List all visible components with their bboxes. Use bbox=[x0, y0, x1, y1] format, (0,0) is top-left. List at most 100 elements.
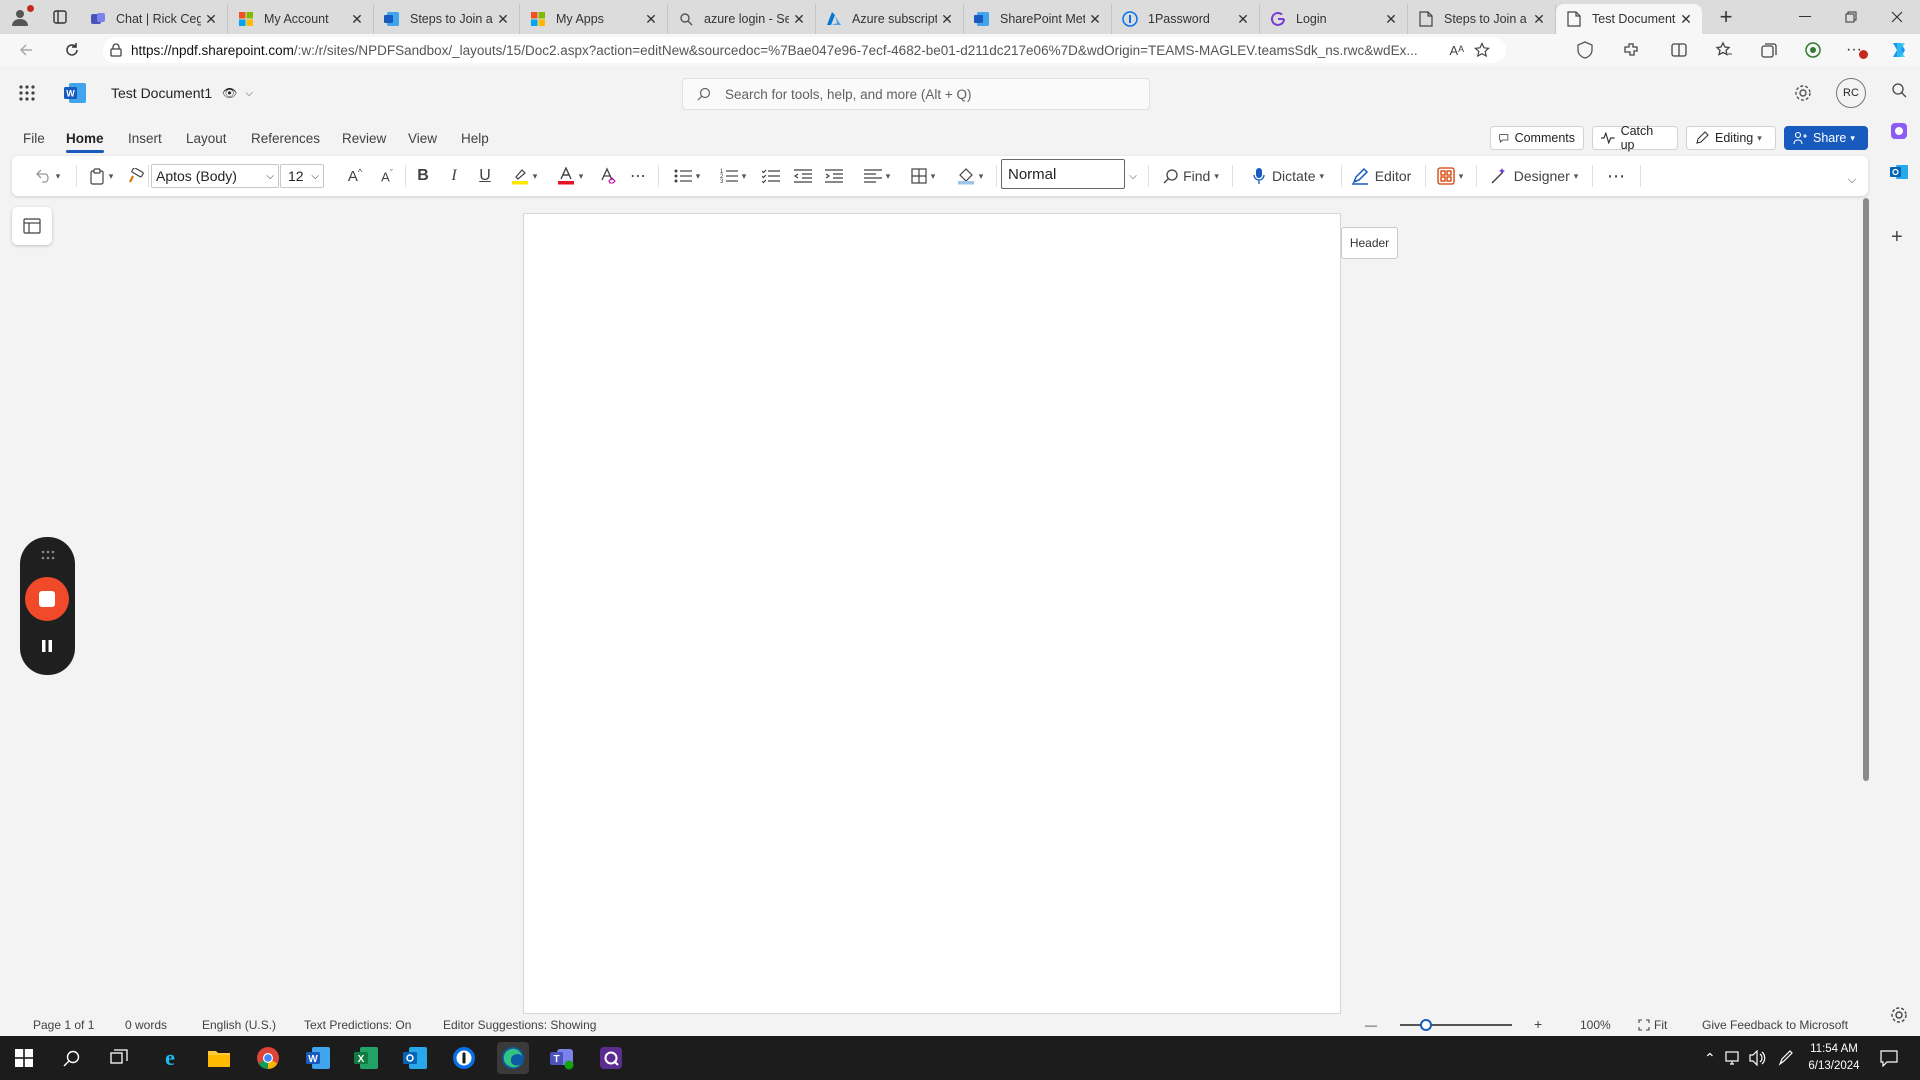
taskbar-search-icon[interactable] bbox=[56, 1042, 88, 1074]
zoom-out-button[interactable]: — bbox=[1365, 1018, 1377, 1032]
menu-home[interactable]: Home bbox=[66, 131, 104, 153]
extensions-icon[interactable] bbox=[1622, 41, 1640, 59]
dictate-button[interactable]: Dictate ▾ bbox=[1242, 164, 1334, 188]
font-name-select[interactable]: Aptos (Body) ⌵ bbox=[151, 164, 279, 188]
close-icon[interactable]: ✕ bbox=[347, 9, 367, 29]
app-launcher-icon[interactable] bbox=[18, 84, 36, 102]
pen-icon[interactable] bbox=[1778, 1050, 1794, 1066]
sidebar-settings-icon[interactable] bbox=[1890, 1006, 1908, 1024]
text-predictions-status[interactable]: Text Predictions: On bbox=[304, 1018, 411, 1032]
refresh-button[interactable] bbox=[56, 36, 88, 64]
clear-formatting-button[interactable] bbox=[596, 164, 620, 188]
close-icon[interactable]: ✕ bbox=[493, 9, 513, 29]
browser-tab[interactable]: Steps to Join a ✕ bbox=[1408, 4, 1556, 34]
document-page[interactable] bbox=[523, 213, 1341, 1014]
browser-tab[interactable]: SharePoint Meta ✕ bbox=[964, 4, 1112, 34]
collections-icon[interactable] bbox=[1760, 41, 1778, 59]
give-feedback-link[interactable]: Give Feedback to Microsoft bbox=[1702, 1018, 1848, 1032]
menu-view[interactable]: View bbox=[408, 131, 437, 146]
teams-taskbar-icon[interactable]: T bbox=[546, 1042, 578, 1074]
align-button[interactable]: ▾ bbox=[858, 164, 896, 188]
menu-help[interactable]: Help bbox=[461, 131, 489, 146]
browser-tab[interactable]: Login ✕ bbox=[1260, 4, 1408, 34]
tab-actions-icon[interactable] bbox=[40, 0, 80, 34]
menu-insert[interactable]: Insert bbox=[128, 131, 162, 146]
edge-taskbar-icon[interactable] bbox=[497, 1042, 529, 1074]
zoom-level[interactable]: 100% bbox=[1580, 1018, 1611, 1032]
close-icon[interactable]: ✕ bbox=[1381, 9, 1401, 29]
undo-button[interactable]: ▾ bbox=[26, 164, 70, 188]
underline-button[interactable]: U bbox=[473, 164, 497, 188]
paste-button[interactable]: ▾ bbox=[82, 164, 120, 188]
settings-more-icon[interactable]: ··· bbox=[1846, 41, 1868, 59]
app-taskbar-icon[interactable] bbox=[595, 1042, 627, 1074]
back-button[interactable] bbox=[10, 36, 42, 64]
menu-references[interactable]: References bbox=[251, 131, 320, 146]
file-explorer-icon[interactable] bbox=[203, 1042, 235, 1074]
numbering-button[interactable]: 1 2 3 ▾ bbox=[714, 164, 752, 188]
settings-gear-icon[interactable] bbox=[1794, 84, 1812, 102]
restore-button[interactable] bbox=[1828, 0, 1874, 34]
close-icon[interactable]: ✕ bbox=[1085, 9, 1105, 29]
editor-button[interactable]: Editor bbox=[1344, 164, 1418, 188]
style-select[interactable]: Normal bbox=[1001, 159, 1125, 189]
close-icon[interactable]: ✕ bbox=[1233, 9, 1253, 29]
start-button[interactable] bbox=[8, 1042, 40, 1074]
network-icon[interactable] bbox=[1725, 1050, 1743, 1066]
browser-tab[interactable]: 1Password ✕ bbox=[1112, 4, 1260, 34]
browser-essentials-icon[interactable] bbox=[1576, 41, 1594, 59]
sidebar-search-icon[interactable] bbox=[1891, 82, 1907, 98]
menu-layout[interactable]: Layout bbox=[186, 131, 227, 146]
bold-button[interactable]: B bbox=[409, 164, 437, 188]
vertical-scrollbar[interactable] bbox=[1863, 198, 1869, 781]
menu-review[interactable]: Review bbox=[342, 131, 386, 146]
browser-tab[interactable]: azure login - Se ✕ bbox=[668, 4, 816, 34]
decrease-indent-button[interactable] bbox=[791, 164, 815, 188]
sidebar-add-icon[interactable]: + bbox=[1891, 226, 1903, 249]
font-size-select[interactable]: 12 ⌵ bbox=[280, 164, 324, 188]
menu-file[interactable]: File bbox=[23, 131, 45, 146]
pause-recording-button[interactable] bbox=[36, 635, 58, 657]
header-label[interactable]: Header bbox=[1341, 227, 1398, 259]
font-color-button[interactable]: ▾ bbox=[550, 164, 590, 188]
navigation-pane-button[interactable] bbox=[12, 207, 52, 245]
word-logo-icon[interactable]: W bbox=[64, 83, 86, 103]
account-avatar[interactable]: RC bbox=[1836, 78, 1866, 108]
catch-up-button[interactable]: Catch up bbox=[1592, 124, 1678, 152]
bullets-button[interactable]: ▾ bbox=[668, 164, 706, 188]
sidebar-copilot-icon[interactable] bbox=[1890, 122, 1908, 140]
editing-mode-button[interactable]: Editing ▾ bbox=[1686, 126, 1776, 150]
close-icon[interactable]: ✕ bbox=[789, 9, 809, 29]
excel-taskbar-icon[interactable]: X bbox=[350, 1042, 382, 1074]
add-ins-button[interactable]: ▾ bbox=[1430, 164, 1470, 188]
shrink-font-button[interactable]: Aˇ bbox=[375, 164, 399, 188]
borders-button[interactable]: ▾ bbox=[904, 164, 942, 188]
task-view-icon[interactable] bbox=[103, 1042, 135, 1074]
profile-avatar[interactable] bbox=[0, 0, 40, 34]
favorites-icon[interactable] bbox=[1715, 41, 1733, 59]
browser-tab[interactable]: My Account ✕ bbox=[228, 4, 374, 34]
drag-handle-icon[interactable] bbox=[40, 549, 56, 561]
language-status[interactable]: English (U.S.) bbox=[202, 1018, 276, 1032]
editor-suggestions-status[interactable]: Editor Suggestions: Showing bbox=[443, 1018, 596, 1032]
shading-button[interactable]: ▾ bbox=[950, 164, 990, 188]
zoom-slider[interactable] bbox=[1400, 1019, 1512, 1031]
document-title[interactable]: Test Document1 👁 ⌵ bbox=[111, 85, 253, 101]
word-count[interactable]: 0 words bbox=[125, 1018, 167, 1032]
increase-indent-button[interactable] bbox=[822, 164, 846, 188]
format-painter-button[interactable] bbox=[124, 164, 148, 188]
close-icon[interactable]: ✕ bbox=[201, 9, 221, 29]
zoom-slider-thumb[interactable] bbox=[1420, 1019, 1432, 1031]
search-input[interactable]: Search for tools, help, and more (Alt + … bbox=[682, 78, 1150, 110]
page-count[interactable]: Page 1 of 1 bbox=[33, 1018, 94, 1032]
grow-font-button[interactable]: A^ bbox=[343, 164, 367, 188]
notifications-icon[interactable] bbox=[1880, 1049, 1898, 1067]
clock[interactable]: 11:54 AM 6/13/2024 bbox=[1806, 1041, 1862, 1075]
chrome-icon[interactable] bbox=[252, 1042, 284, 1074]
new-tab-button[interactable]: + bbox=[1708, 2, 1744, 32]
sync-status-icon[interactable]: 👁 bbox=[222, 86, 237, 100]
browser-tab[interactable]: Test Document ✕ bbox=[1556, 4, 1702, 34]
1password-taskbar-icon[interactable] bbox=[448, 1042, 480, 1074]
browser-tab[interactable]: Chat | Rick Ceg ✕ bbox=[80, 4, 228, 34]
share-button[interactable]: Share ▾ bbox=[1784, 126, 1868, 150]
